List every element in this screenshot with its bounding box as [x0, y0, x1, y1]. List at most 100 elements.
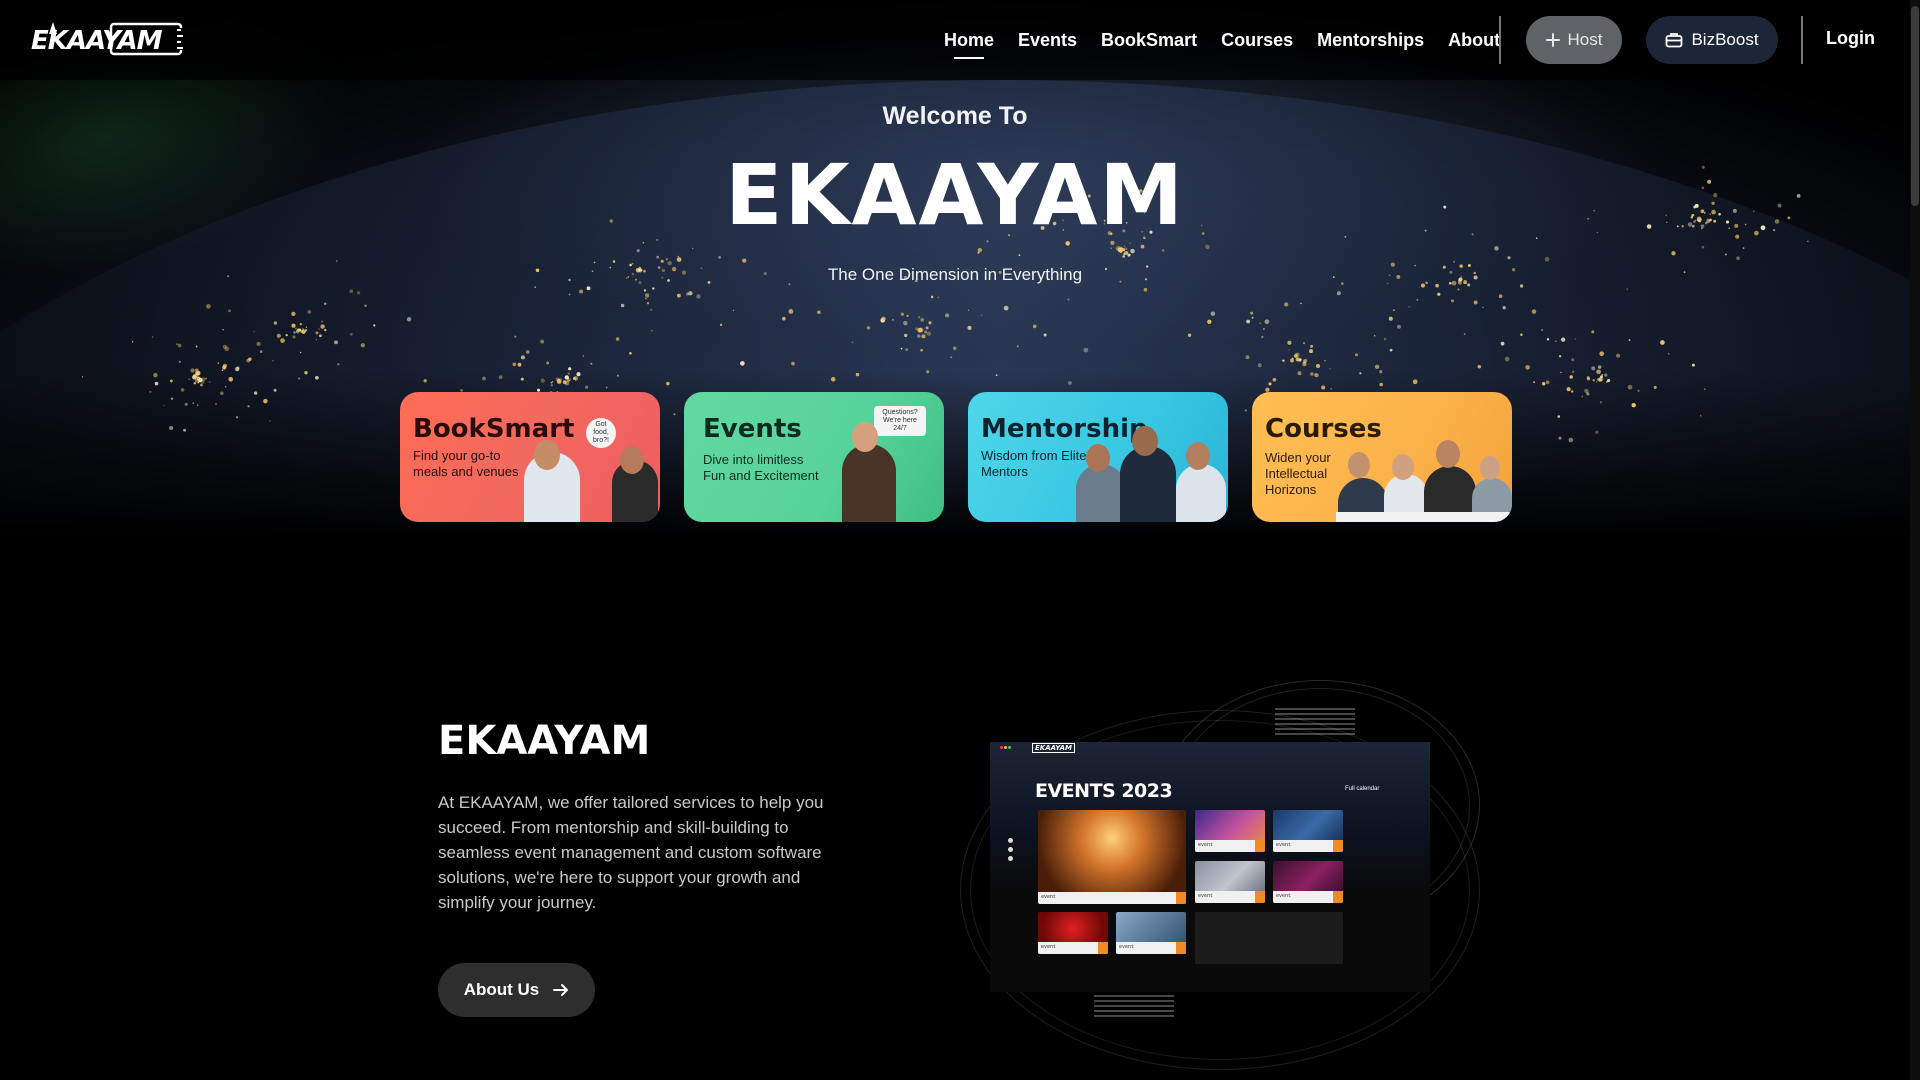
- city-light: [652, 287, 655, 290]
- card-mentorship[interactable]: Mentorship Wisdom from Elite Mentors: [968, 392, 1228, 522]
- city-light: [1616, 353, 1621, 358]
- city-light: [1300, 302, 1302, 305]
- ekaayam-logo[interactable]: EKAAYAM: [31, 20, 185, 60]
- city-light: [200, 383, 203, 387]
- nav-events[interactable]: Events: [1018, 30, 1077, 51]
- city-light: [1259, 322, 1262, 325]
- city-light: [1161, 249, 1165, 252]
- city-light: [782, 316, 786, 321]
- city-light: [904, 333, 908, 338]
- decorative-stripes: [1094, 995, 1174, 1020]
- city-light: [1596, 381, 1598, 383]
- city-light: [952, 346, 957, 350]
- city-light: [900, 312, 905, 316]
- login-link[interactable]: Login: [1826, 28, 1875, 49]
- city-light: [1043, 333, 1047, 337]
- city-light: [1586, 376, 1590, 379]
- student-1-head: [1348, 452, 1370, 478]
- card-events-title: Events: [703, 414, 802, 444]
- city-light: [1295, 352, 1300, 357]
- city-light: [131, 340, 134, 343]
- city-light: [1627, 384, 1633, 390]
- city-light: [1628, 339, 1631, 342]
- city-light: [334, 340, 338, 345]
- city-light: [564, 375, 569, 380]
- city-light: [1392, 309, 1395, 312]
- city-light: [324, 302, 327, 305]
- card-mentorship-title: Mentorship: [981, 414, 1148, 444]
- city-light: [324, 328, 327, 332]
- city-light: [1571, 370, 1575, 373]
- city-light: [222, 328, 224, 331]
- city-light: [184, 402, 188, 406]
- city-light: [301, 329, 306, 334]
- bizboost-button[interactable]: BizBoost: [1646, 16, 1778, 64]
- city-light: [950, 356, 953, 359]
- city-light: [636, 249, 640, 253]
- city-light: [1388, 316, 1393, 321]
- city-light: [1597, 378, 1599, 381]
- scrollbar[interactable]: [1910, 0, 1920, 1080]
- city-light: [1545, 380, 1550, 385]
- nav-courses[interactable]: Courses: [1221, 30, 1293, 51]
- city-light: [295, 329, 300, 334]
- city-light: [1601, 374, 1603, 376]
- city-light: [925, 326, 929, 330]
- card-events[interactable]: Events Dive into limitless Fun and Excit…: [684, 392, 944, 522]
- about-us-button[interactable]: About Us: [438, 963, 595, 1017]
- city-light: [217, 362, 220, 365]
- city-light: [151, 336, 154, 338]
- nav-mentorships[interactable]: Mentorships: [1317, 30, 1424, 51]
- city-light: [315, 338, 318, 341]
- city-light: [1660, 340, 1665, 345]
- city-light: [540, 378, 545, 383]
- city-light: [926, 331, 931, 336]
- city-light: [1742, 247, 1745, 249]
- host-button[interactable]: Host: [1526, 16, 1622, 64]
- city-light: [903, 321, 908, 326]
- city-light: [1598, 376, 1604, 382]
- city-light: [892, 319, 894, 321]
- plus-icon: [1545, 33, 1560, 47]
- city-light: [253, 391, 258, 395]
- city-light: [906, 314, 909, 318]
- city-light: [1546, 338, 1550, 341]
- city-light: [224, 346, 230, 352]
- city-light: [921, 334, 926, 339]
- city-light: [1607, 379, 1611, 383]
- city-light: [153, 373, 158, 378]
- nav-home[interactable]: Home: [944, 30, 994, 59]
- city-light: [1330, 388, 1332, 390]
- city-light: [205, 377, 208, 380]
- city-light: [1412, 379, 1418, 385]
- city-light: [1321, 385, 1326, 390]
- card-courses[interactable]: Courses Widen your Intellectual Horizons: [1252, 392, 1512, 522]
- nav-links: Home Events BookSmart Courses Mentorship…: [944, 0, 1524, 80]
- city-light: [220, 391, 224, 396]
- city-light: [1205, 244, 1210, 250]
- mockup-event-meetup: event: [1116, 912, 1186, 954]
- city-light: [1083, 347, 1089, 353]
- city-light: [967, 309, 970, 311]
- scrollbar-thumb[interactable]: [1911, 6, 1919, 206]
- city-light: [732, 309, 735, 312]
- city-light: [1703, 388, 1706, 391]
- nav-booksmart[interactable]: BookSmart: [1101, 30, 1197, 51]
- city-light: [676, 257, 682, 262]
- city-light: [615, 337, 620, 341]
- city-light: [1571, 358, 1575, 362]
- city-light: [1626, 288, 1628, 290]
- city-light: [558, 377, 563, 383]
- city-light: [855, 372, 860, 377]
- city-light: [299, 329, 301, 331]
- card-booksmart[interactable]: BookSmart Find your go-to meals and venu…: [400, 392, 660, 522]
- city-light: [1477, 365, 1482, 369]
- city-light: [791, 361, 795, 366]
- city-light: [1453, 260, 1456, 263]
- city-light: [1262, 328, 1265, 330]
- city-light: [1314, 372, 1319, 378]
- city-light: [1127, 253, 1131, 257]
- city-light: [525, 350, 530, 354]
- city-light: [406, 317, 412, 322]
- nav-about[interactable]: About: [1448, 30, 1500, 51]
